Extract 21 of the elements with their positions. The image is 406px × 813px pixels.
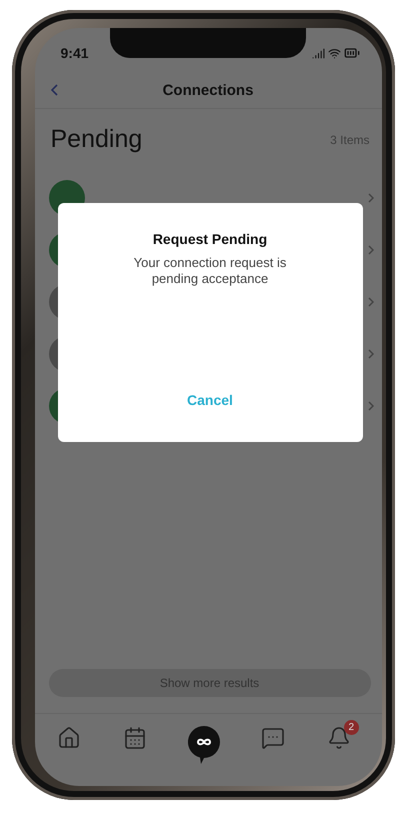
chat-bubble-icon: [261, 726, 286, 750]
chevron-icon: [368, 401, 374, 411]
chevron-icon: [368, 245, 374, 255]
chevron-icon: [368, 349, 374, 359]
dialog-title: Request Pending: [152, 231, 268, 247]
chevron-icon: [368, 297, 374, 307]
tab-button[interactable]: 2: [326, 720, 359, 750]
home-icon: [57, 726, 82, 750]
infinity-bubble-icon: [188, 726, 220, 764]
calendar-icon: [122, 726, 147, 750]
section-title: Pending: [50, 125, 142, 154]
cancel-button[interactable]: Cancel: [177, 388, 243, 412]
notification-badge: 2: [344, 720, 359, 735]
nav-title: Connections: [162, 82, 254, 98]
signal-icon: [312, 46, 324, 60]
status-time: 9:41: [60, 45, 89, 61]
bell-icon: [326, 726, 351, 750]
chevron-icon: [368, 193, 374, 203]
dialog-message: Your connection request is pending acceptance: [132, 255, 288, 288]
wifi-icon: [328, 46, 340, 60]
chevron-left-icon: [50, 84, 58, 96]
